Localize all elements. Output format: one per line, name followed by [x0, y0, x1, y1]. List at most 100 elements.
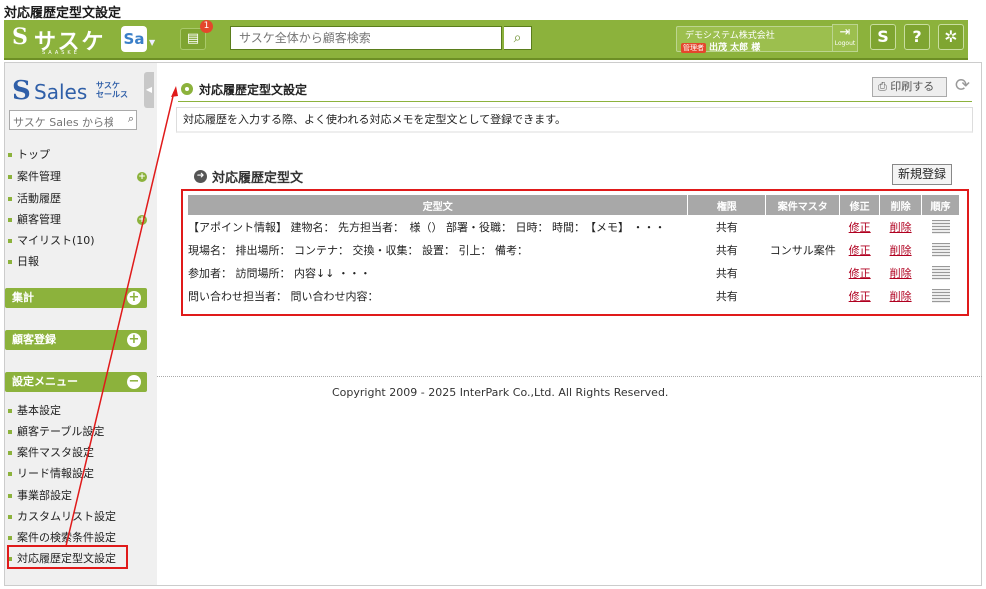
sidebar-item-lead-info[interactable]: リード情報設定 — [8, 465, 94, 481]
saaske-s-icon[interactable]: S — [870, 24, 896, 50]
page-title-icon — [181, 83, 193, 95]
permission-cell: 共有 — [715, 289, 738, 303]
sidebar-item-customer-table[interactable]: 顧客テーブル設定 — [8, 423, 104, 439]
sidebar-item-deal-search[interactable]: 案件の検索条件設定 — [8, 529, 116, 545]
edit-link[interactable]: 修正 — [849, 267, 871, 280]
templates-table-highlight: 定型文 権限 案件マスタ 修正 削除 順序 【アポイント情報】 建物名： 先方担… — [181, 189, 969, 316]
footer-divider — [157, 376, 982, 377]
top-bar: S サスケ SAASKE Sa ▼ ▤ 1 ⌕ デモシステム株式会社 管理者出茂… — [4, 20, 968, 60]
col-header-edit: 修正 — [839, 195, 881, 215]
global-search — [230, 26, 502, 50]
deal-master-cell — [766, 215, 840, 238]
sidebar-item-basic-settings[interactable]: 基本設定 — [8, 402, 61, 418]
notification-badge: 1 — [200, 20, 213, 33]
user-name: 出茂 太郎 様 — [709, 43, 761, 53]
sidebar-item-top[interactable]: トップ — [8, 146, 50, 162]
delete-link[interactable]: 削除 — [890, 244, 912, 257]
copyright: Copyright 2009 - 2025 InterPark Co.,Ltd.… — [332, 386, 669, 399]
admin-badge: 管理者 — [681, 43, 706, 53]
templates-table: 定型文 権限 案件マスタ 修正 削除 順序 【アポイント情報】 建物名： 先方担… — [188, 195, 960, 307]
app-logo[interactable]: S サスケ SAASKE — [12, 24, 110, 56]
plus-circle-icon: + — [127, 332, 141, 347]
minus-circle-icon: − — [127, 374, 141, 389]
user-info: デモシステム株式会社 管理者 出茂 太郎 様 — [676, 26, 834, 53]
plus-icon[interactable]: + — [137, 215, 147, 225]
section-customer-register[interactable]: 顧客登録 + — [5, 330, 147, 350]
refresh-icon[interactable]: ⟳ — [955, 75, 970, 96]
sales-kana-1: サスケ — [96, 81, 120, 90]
permission-cell: 共有 — [715, 243, 738, 257]
sidebar-item-customers[interactable]: 顧客管理 — [8, 211, 61, 227]
table-header-row: 定型文 権限 案件マスタ 修正 削除 順序 — [188, 195, 960, 215]
product-switch-button[interactable]: Sa — [121, 26, 147, 52]
search-icon[interactable]: ⌕ — [128, 112, 134, 126]
template-text: 問い合わせ担当者： 問い合わせ内容： — [188, 289, 379, 303]
template-text: 参加者： 訪問場所： 内容↓↓ ・・・ — [188, 266, 371, 280]
template-text: 現場名： 排出場所： コンテナ： 交換・収集： 設置： 引上： 備考： — [188, 243, 528, 257]
new-register-button[interactable]: 新規登録 — [892, 164, 952, 185]
table-row: 問い合わせ担当者： 問い合わせ内容： 共有 修正 削除 — [188, 284, 960, 307]
col-header-permission: 権限 — [687, 195, 767, 215]
print-label: 印刷する — [890, 80, 935, 93]
deal-master-cell — [766, 284, 840, 307]
table-row: 現場名： 排出場所： コンテナ： 交換・収集： 設置： 引上： 備考： 共有 コ… — [188, 238, 960, 261]
section-settings-menu-label: 設定メニュー — [12, 375, 78, 388]
logout-icon: ⇥ — [839, 25, 851, 40]
plus-icon[interactable]: + — [137, 172, 147, 182]
permission-cell: 共有 — [715, 266, 738, 280]
edit-link[interactable]: 修正 — [849, 244, 871, 257]
table-row: 参加者： 訪問場所： 内容↓↓ ・・・ 共有 修正 削除 — [188, 261, 960, 284]
delete-link[interactable]: 削除 — [890, 221, 912, 234]
drag-handle-icon[interactable] — [931, 265, 950, 280]
delete-link[interactable]: 削除 — [890, 267, 912, 280]
sales-brand: Sales — [34, 80, 88, 104]
active-item-highlight — [7, 545, 128, 569]
section-aggregate[interactable]: 集計 + — [5, 288, 147, 308]
help-button[interactable]: ? — [904, 24, 930, 50]
sales-s-icon: S — [12, 76, 31, 106]
permission-cell: 共有 — [715, 220, 738, 234]
col-header-delete: 削除 — [879, 195, 923, 215]
sidebar-search: ⌕ — [9, 110, 137, 132]
delete-link[interactable]: 削除 — [890, 290, 912, 303]
plus-circle-icon: + — [127, 290, 141, 305]
sales-kana: サスケ セールス — [96, 81, 128, 99]
edit-link[interactable]: 修正 — [849, 221, 871, 234]
arrow-right-circle-icon: ➜ — [194, 170, 207, 183]
section-settings-menu[interactable]: 設定メニュー − — [5, 372, 147, 392]
sidebar-search-input[interactable] — [10, 113, 116, 132]
gear-icon[interactable]: ✲ — [938, 24, 964, 50]
sales-kana-2: セールス — [96, 90, 128, 99]
logo-s-icon: S — [12, 24, 28, 50]
edit-link[interactable]: 修正 — [849, 290, 871, 303]
deal-master-cell: コンサル案件 — [769, 243, 836, 257]
sales-logo[interactable]: S Sales サスケ セールス — [12, 76, 142, 106]
sidebar-item-deals[interactable]: 案件管理 — [8, 168, 61, 184]
sidebar-item-activity[interactable]: 活動履歴 — [8, 190, 61, 206]
section-customer-register-label: 顧客登録 — [12, 333, 56, 346]
chevron-down-icon[interactable]: ▼ — [149, 38, 155, 47]
sidebar-item-mylist[interactable]: マイリスト(10) — [8, 232, 95, 248]
page-description: 対応履歴を入力する際、よく使われる対応メモを定型文として登録できます。 — [176, 107, 973, 133]
search-icon[interactable]: ⌕ — [504, 26, 532, 50]
print-button[interactable]: ⎙ 印刷する — [872, 77, 947, 97]
printer-icon: ⎙ — [878, 80, 891, 93]
logo-subtext: SAASKE — [42, 50, 80, 56]
sidebar-item-daily-report[interactable]: 日報 — [8, 253, 39, 269]
drag-handle-icon[interactable] — [931, 242, 950, 257]
drag-handle-icon[interactable] — [931, 219, 950, 234]
logout-button[interactable]: ⇥ Logout — [832, 24, 858, 52]
sidebar-item-deal-master[interactable]: 案件マスタ設定 — [8, 444, 94, 460]
template-text: 【アポイント情報】 建物名： 先方担当者： 様（） 部署・役職： 日時： 時間：… — [188, 220, 666, 234]
document-title: 対応履歴定型文設定 — [4, 6, 122, 21]
global-search-input[interactable] — [231, 27, 501, 49]
sidebar-collapse-icon[interactable]: ◀ — [144, 72, 154, 108]
table-row: 【アポイント情報】 建物名： 先方担当者： 様（） 部署・役職： 日時： 時間：… — [188, 215, 960, 238]
page-title: 対応履歴定型文設定 — [199, 83, 308, 97]
sidebar-item-custom-list[interactable]: カスタムリスト設定 — [8, 508, 116, 524]
section-title: 対応履歴定型文 — [212, 171, 304, 186]
sidebar-item-division[interactable]: 事業部設定 — [8, 487, 72, 503]
col-header-order: 順序 — [921, 195, 960, 215]
drag-handle-icon[interactable] — [931, 288, 950, 303]
logout-label: Logout — [834, 40, 856, 47]
